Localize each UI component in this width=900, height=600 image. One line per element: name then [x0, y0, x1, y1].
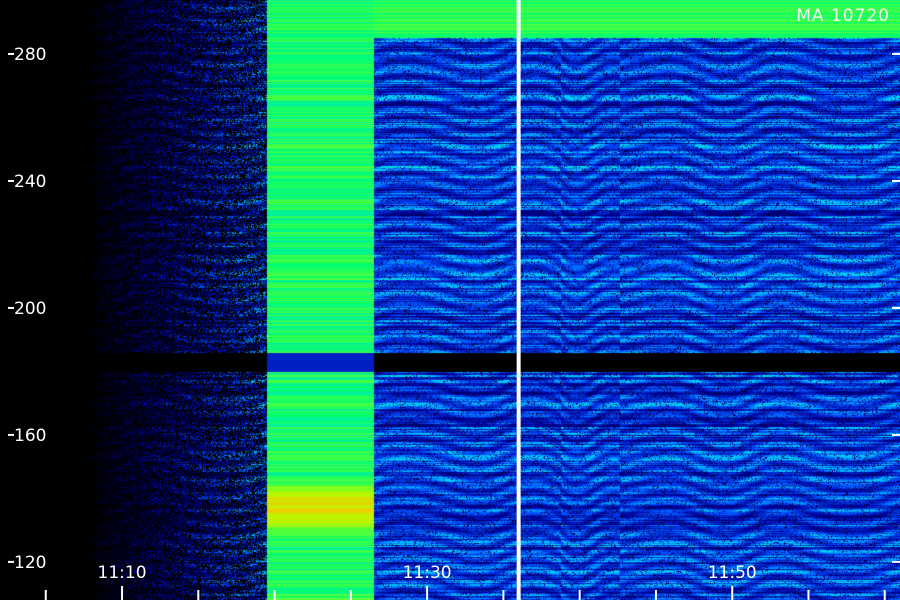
- x-tick-label: 11:50: [708, 563, 757, 583]
- y-tick-label: 240: [14, 172, 46, 192]
- chart-axes: 120 160 200 240 280 11:10 11:30 11:50: [8, 0, 900, 600]
- y-tick-label: 280: [14, 45, 46, 65]
- y-tick-label: 160: [14, 426, 46, 446]
- corner-label: MA 10720: [796, 6, 890, 26]
- x-tick-label: 11:10: [98, 563, 147, 583]
- y-tick-label: 120: [14, 553, 46, 573]
- y-tick-label: 200: [14, 299, 46, 319]
- x-tick-label: 11:30: [403, 563, 452, 583]
